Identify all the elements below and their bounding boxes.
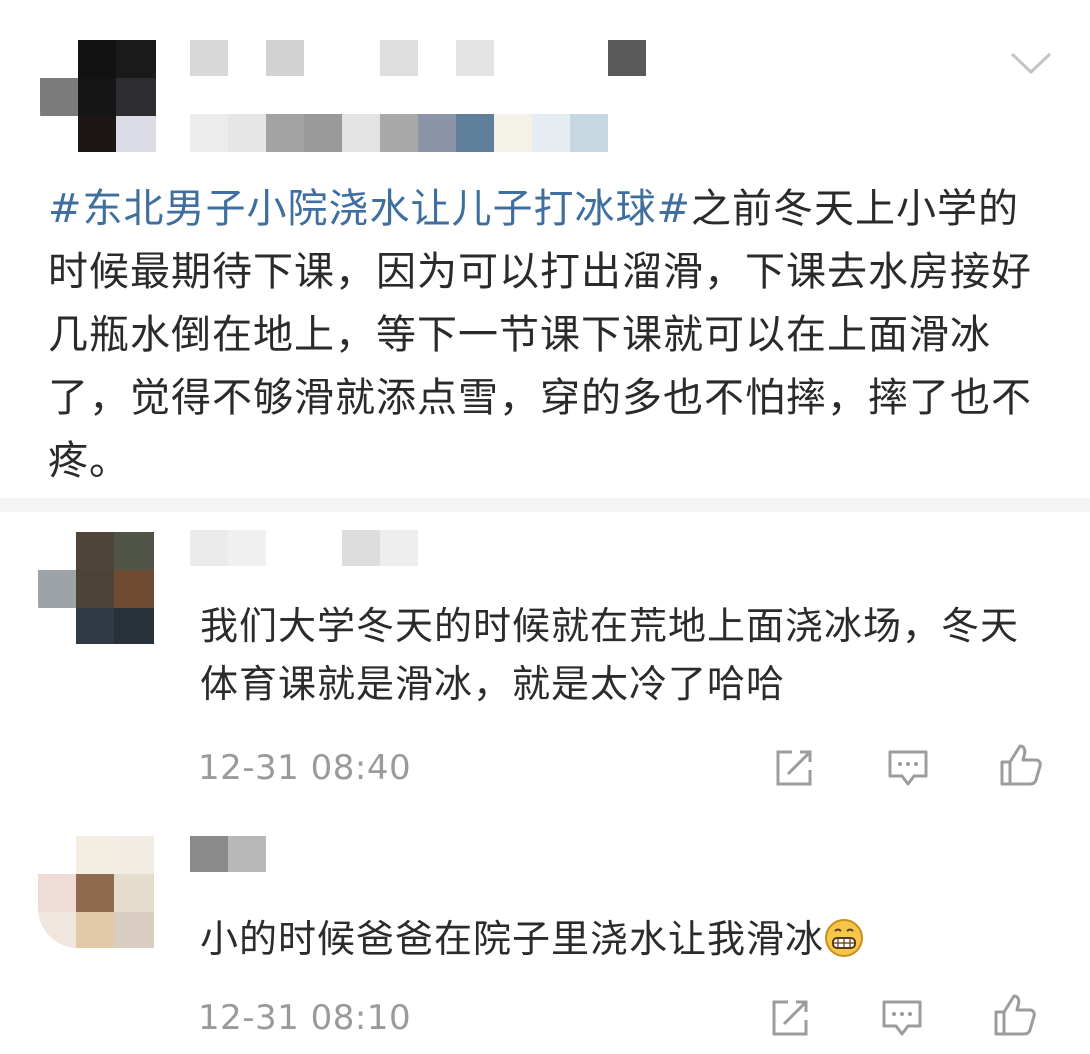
avatar[interactable] <box>40 40 156 152</box>
grin-emoji-icon <box>825 919 864 957</box>
post-meta-blurred <box>190 114 610 152</box>
share-icon[interactable] <box>766 994 814 1042</box>
reply-icon[interactable] <box>878 994 926 1042</box>
comment-time: 12-31 08:10 <box>198 998 412 1038</box>
divider <box>0 498 1090 512</box>
like-icon[interactable] <box>990 992 1038 1040</box>
username-blurred[interactable] <box>190 40 650 80</box>
comment-text: 我们大学冬天的时候就在荒地上面浇冰场，冬天体育课就是滑冰，就是太冷了哈哈 <box>200 604 1020 706</box>
comment-time: 12-31 08:40 <box>198 748 412 788</box>
reply-icon[interactable] <box>884 744 932 792</box>
main-post: #东北男子小院浇水让儿子打冰球#之前冬天上小学的时候最期待下课，因为可以打出溜滑… <box>0 0 1090 500</box>
hashtag-link[interactable]: #东北男子小院浇水让儿子打冰球# <box>48 186 691 232</box>
comment-username-blurred[interactable] <box>190 836 310 876</box>
comment-avatar[interactable] <box>38 532 154 644</box>
comment-text-content: 小的时候爸爸在院子里浇水让我滑冰 <box>200 917 825 961</box>
like-icon[interactable] <box>996 742 1044 790</box>
post-body: #东北男子小院浇水让儿子打冰球#之前冬天上小学的时候最期待下课，因为可以打出溜滑… <box>48 178 1048 493</box>
comment-username-blurred[interactable] <box>190 530 430 570</box>
share-icon[interactable] <box>770 744 818 792</box>
comment-avatar[interactable] <box>38 836 154 948</box>
comment-text: 小的时候爸爸在院子里浇水让我滑冰 <box>200 910 1050 968</box>
chevron-down-icon[interactable] <box>1008 48 1054 78</box>
